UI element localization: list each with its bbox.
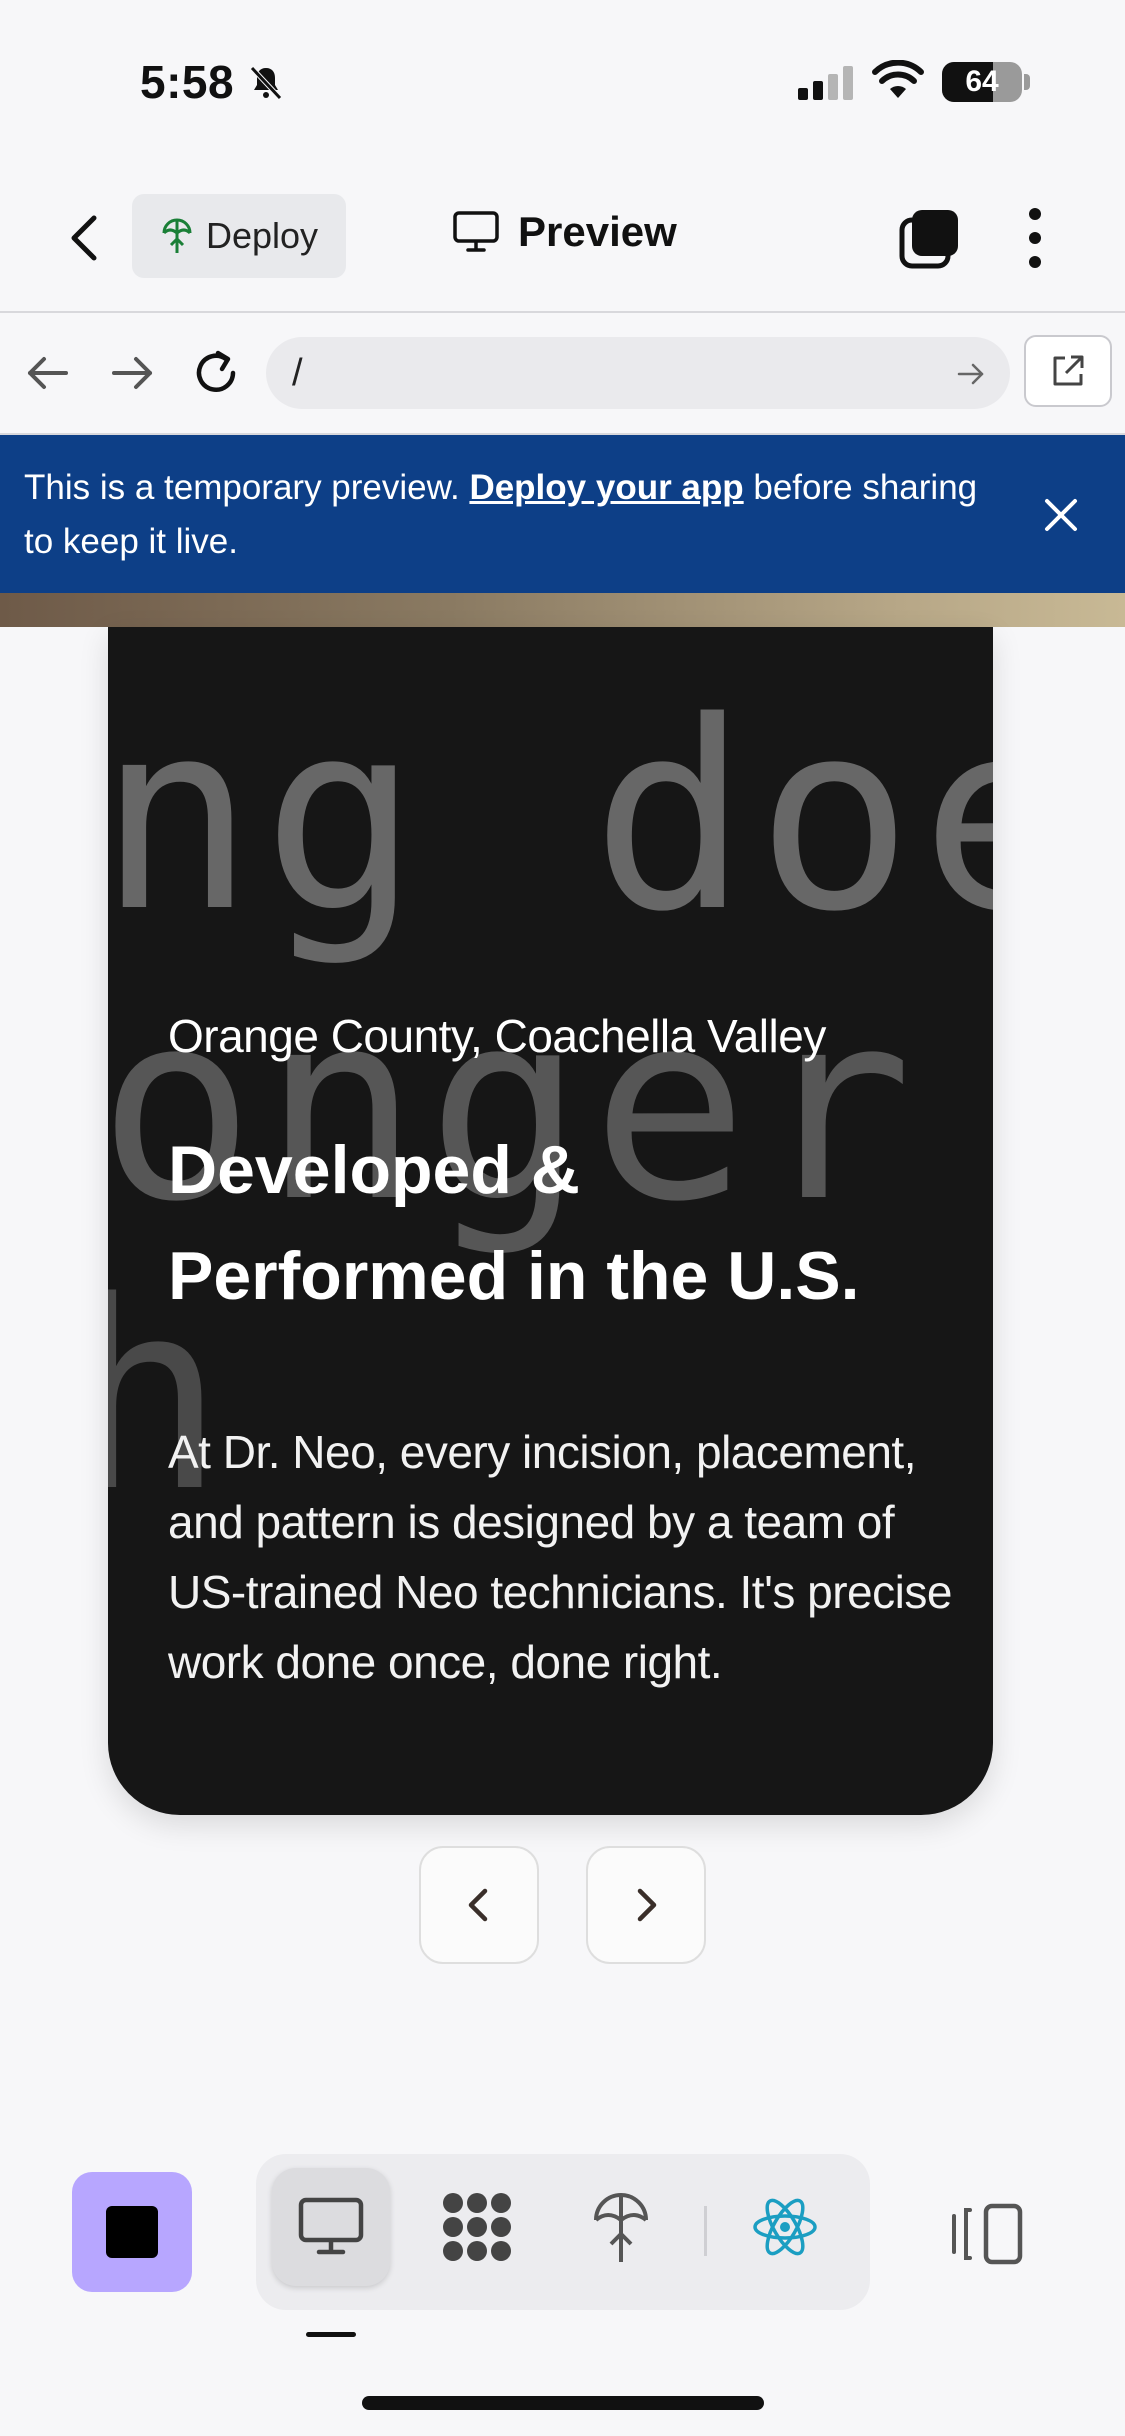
banner-text-before: This is a temporary preview. [24,468,470,507]
deploy-button[interactable]: Deploy [132,194,346,278]
toolbar-divider [704,2206,707,2256]
desktop-view-button[interactable] [272,2168,390,2286]
battery-tip [1024,74,1030,90]
previous-slide-button[interactable] [419,1846,539,1964]
battery-level: 64 [965,65,999,98]
card-title: Developed & Performed in the U.S. [168,1132,860,1314]
deploy-tree-icon [594,2193,648,2262]
react-view-button[interactable] [726,2168,844,2286]
desktop-icon [298,2197,364,2255]
feature-card: ng does onger a h Orange County, Coachel… [108,627,993,1815]
panel-icon[interactable] [950,2202,1024,2266]
deployments-view-button[interactable] [562,2168,680,2286]
tabs-icon[interactable] [898,206,962,270]
bell-slash-icon [250,66,282,100]
chevron-right-icon [637,1888,657,1922]
page-title-text: Preview [518,208,677,255]
chevron-left-icon [468,1888,488,1922]
deploy-app-link[interactable]: Deploy your app [469,468,743,507]
app-header: Deploy Preview [0,160,1125,313]
deploy-icon [162,218,192,253]
deploy-label: Deploy [206,215,319,256]
url-text: / [292,351,303,394]
react-icon [753,2198,817,2256]
next-slide-button[interactable] [586,1846,706,1964]
url-input[interactable]: / [266,337,1010,409]
workspace-view-button[interactable] [418,2168,536,2286]
view-mode-group [256,2154,870,2310]
signal-icon [798,66,853,100]
monitor-icon [453,211,499,252]
back-chevron-icon[interactable] [56,208,116,268]
background-word: ng does [108,667,993,969]
temporary-preview-banner: This is a temporary preview. Deploy your… [0,435,1125,593]
bottom-toolbar [0,2110,1125,2436]
hero-strip [0,593,1125,627]
status-time: 5:58 [140,56,235,108]
arrow-left-icon[interactable] [22,347,74,399]
card-location: Orange County, Coachella Valley [168,1010,826,1062]
card-body: At Dr. Neo, every incision, placement, a… [168,1426,952,1688]
stop-button[interactable] [72,2172,192,2292]
stop-icon [106,2206,158,2258]
browser-toolbar: / [0,313,1125,435]
more-vertical-icon[interactable] [1010,206,1060,270]
reload-icon[interactable] [190,347,242,399]
home-indicator [362,2396,764,2410]
grid-icon [443,2193,511,2261]
arrow-right-icon[interactable] [106,347,158,399]
status-bar: 5:58 64 [0,0,1125,160]
wifi-icon [872,60,924,98]
external-link-icon [1053,355,1084,386]
open-external-button[interactable] [1024,335,1112,407]
close-icon[interactable] [1037,491,1085,539]
active-tab-indicator [306,2332,356,2337]
go-arrow-icon[interactable] [956,359,986,389]
page-title: Preview [452,208,677,256]
battery-icon: 64 [942,62,1022,102]
